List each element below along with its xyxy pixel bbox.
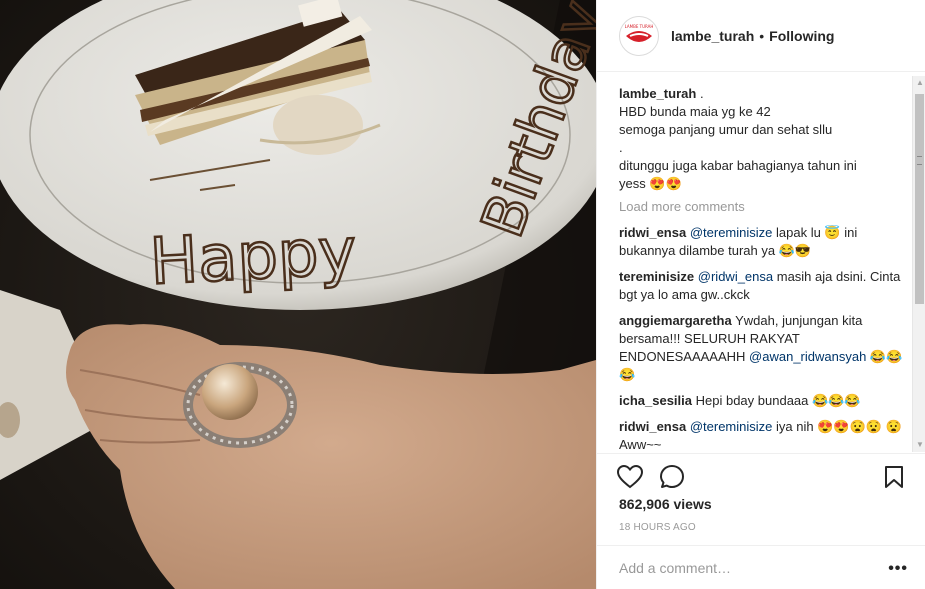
like-button[interactable] [617, 464, 643, 490]
post-sidebar: LAMBE TURAH lambe_turah • Following lamb… [596, 0, 925, 589]
comment-username[interactable]: ridwi_ensa [619, 225, 686, 240]
post-video[interactable]: Happy Birthday! [0, 0, 596, 589]
plate-writing-happy: Happy [148, 215, 358, 300]
caption-line: ditunggu juga kabar bahagianya tahun ini [619, 158, 857, 173]
ice-cream-scoop [273, 95, 363, 155]
comment-item: ridwi_ensa @tereminisize lapak lu 😇 ini … [619, 224, 914, 260]
comment-username[interactable]: tereminisize [619, 269, 694, 284]
comment-username[interactable]: icha_sesilia [619, 393, 692, 408]
caption-line: HBD bunda maia yg ke 42 [619, 104, 771, 119]
add-comment-input[interactable] [619, 559, 879, 576]
logo-text: LAMBE TURAH [625, 24, 654, 29]
bookmark-icon [885, 466, 903, 488]
comment-mention[interactable]: @ridwi_ensa [698, 269, 773, 284]
comments-list[interactable]: lambe_turah . HBD bunda maia yg ke 42 se… [619, 85, 914, 453]
post-caption: lambe_turah . HBD bunda maia yg ke 42 se… [619, 85, 914, 193]
load-more-comments-link[interactable]: Load more comments [619, 198, 914, 216]
scroll-down-arrow-icon[interactable]: ▼ [915, 440, 925, 450]
comment-mention[interactable]: @tereminisize [690, 225, 773, 240]
post-timestamp[interactable]: 18 HOURS AGO [619, 522, 696, 533]
caption-line: semoga panjang umur dan sehat sllu [619, 122, 833, 137]
comment-username[interactable]: anggiemargaretha [619, 313, 732, 328]
instagram-post-modal: Happy Birthday! LAMBE TURAH lambe_turah … [0, 0, 925, 589]
comment-text: Hepi bday bundaaa 😂😂😂 [695, 393, 861, 408]
comment-mention[interactable]: @awan_ridwansyah [749, 349, 866, 364]
add-comment-bar: ••• [597, 545, 925, 589]
more-options-icon[interactable]: ••• [888, 560, 908, 578]
comment-item: ridwi_ensa @tereminisize iya nih 😍😍😧😧 😧 … [619, 418, 914, 453]
comment-bubble-icon [660, 465, 684, 488]
caption-line: . [619, 140, 623, 155]
avatar[interactable]: LAMBE TURAH [619, 15, 659, 56]
comments-scrollbar[interactable]: ▲ ▼ [912, 76, 925, 452]
caption-line: yess 😍😍 [619, 176, 682, 191]
comment-button[interactable] [659, 464, 685, 490]
caption-username[interactable]: lambe_turah [619, 86, 696, 101]
views-count[interactable]: 862,906 views [619, 496, 712, 512]
following-button[interactable]: Following [769, 28, 834, 44]
comment-item: anggiemargaretha Ywdah, junjungan kita b… [619, 312, 914, 384]
scroll-up-arrow-icon[interactable]: ▲ [915, 78, 925, 88]
lambe-turah-logo-icon: LAMBE TURAH [622, 18, 656, 53]
post-header: LAMBE TURAH lambe_turah • Following [597, 0, 925, 72]
save-button[interactable] [881, 464, 907, 490]
comment-item: tereminisize @ridwi_ensa masih aja dsini… [619, 268, 914, 304]
heart-icon [617, 465, 643, 489]
header-separator: • [759, 27, 765, 44]
scrollbar-thumb[interactable] [915, 94, 924, 304]
comment-item: icha_sesilia Hepi bday bundaaa 😂😂😂 [619, 392, 914, 410]
comment-mention[interactable]: @tereminisize [690, 419, 773, 434]
header-username[interactable]: lambe_turah [671, 28, 754, 44]
caption-line: . [699, 86, 704, 101]
comment-username[interactable]: ridwi_ensa [619, 419, 686, 434]
video-frame: Happy Birthday! [0, 0, 596, 589]
post-actions [597, 453, 925, 496]
